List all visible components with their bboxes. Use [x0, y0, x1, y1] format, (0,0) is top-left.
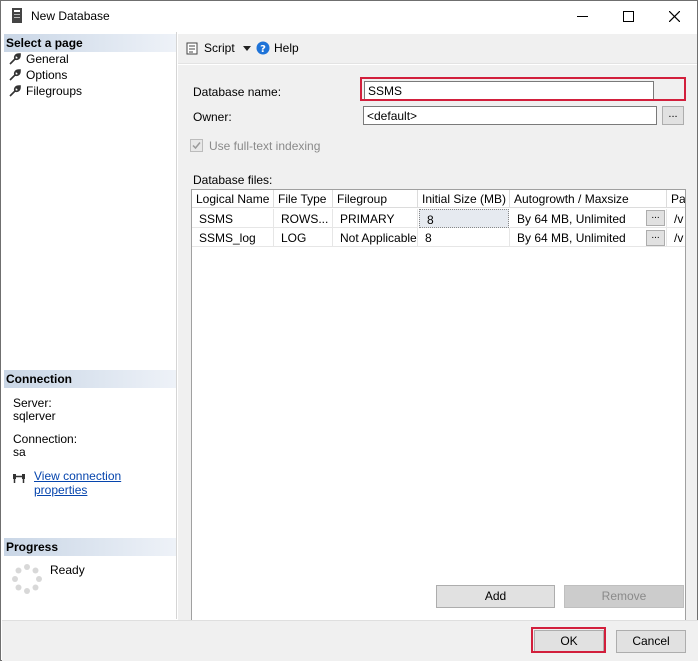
select-page-header: Select a page	[4, 34, 176, 52]
window-title: New Database	[31, 9, 110, 23]
checkbox-checked-icon	[190, 139, 203, 152]
dropdown-arrow-icon	[242, 45, 251, 51]
table-cell-initial-size[interactable]: 8	[419, 209, 509, 228]
remove-button[interactable]: Remove	[564, 585, 684, 608]
left-panel: Select a page General Options Filegroups…	[2, 32, 177, 619]
connection-header: Connection	[4, 370, 176, 388]
fulltext-checkbox[interactable]	[190, 139, 203, 155]
owner-label: Owner:	[193, 110, 232, 124]
add-button[interactable]: Add	[436, 585, 555, 608]
table-cell-autogrowth[interactable]: By 64 MB, Unlimited	[510, 209, 667, 228]
table-cell-path[interactable]: /v	[667, 209, 685, 228]
page-item-label: General	[26, 52, 69, 66]
toolbar: Script ? Help	[178, 34, 697, 64]
database-name-label: Database name:	[193, 85, 282, 99]
script-icon	[186, 42, 198, 55]
dialog-footer: OK Cancel	[2, 620, 698, 661]
wrench-icon	[9, 85, 21, 97]
wrench-icon	[9, 69, 21, 81]
svg-text:?: ?	[260, 44, 266, 55]
minimize-button[interactable]	[559, 1, 605, 31]
server-value: sqlerver	[13, 409, 56, 423]
page-item-label: Options	[26, 68, 68, 82]
connection-properties-icon	[12, 470, 26, 487]
new-database-dialog: New Database Select a page General Optio…	[0, 0, 698, 661]
database-files-grid: Logical Name File Type Filegroup Initial…	[191, 189, 686, 641]
help-button[interactable]: ? Help	[256, 41, 299, 55]
column-header-path[interactable]: Pa	[667, 190, 685, 208]
script-button[interactable]: Script	[186, 41, 251, 55]
progress-header: Progress	[4, 538, 176, 556]
column-header-file-type[interactable]: File Type	[274, 190, 333, 208]
help-icon: ?	[256, 41, 270, 55]
page-item-general[interactable]: General	[9, 51, 69, 67]
script-label: Script	[204, 41, 235, 55]
maximize-icon	[622, 10, 634, 22]
table-cell-file-type[interactable]: LOG	[274, 228, 333, 247]
page-item-label: Filegroups	[26, 84, 83, 98]
database-files-label: Database files:	[193, 173, 273, 187]
page-item-filegroups[interactable]: Filegroups	[9, 83, 82, 99]
wrench-icon	[9, 53, 21, 65]
progress-spinner-icon	[12, 564, 42, 597]
close-button[interactable]	[651, 1, 697, 31]
close-icon	[668, 10, 680, 22]
minimize-icon	[576, 15, 588, 17]
column-header-filegroup[interactable]: Filegroup	[333, 190, 418, 208]
cancel-button[interactable]: Cancel	[616, 630, 686, 653]
general-page: Database name: SSMS Owner: <default> ...…	[178, 65, 697, 641]
table-cell-logical-name[interactable]: SSMS_log	[192, 228, 274, 247]
progress-status: Ready	[50, 563, 85, 577]
owner-input[interactable]: <default>	[363, 106, 657, 125]
maximize-button[interactable]	[605, 1, 651, 31]
owner-browse-button[interactable]: ...	[662, 106, 684, 125]
table-cell-path[interactable]: /v	[667, 228, 685, 247]
table-cell-logical-name[interactable]: SSMS	[192, 209, 274, 228]
ok-button-highlight	[531, 627, 606, 653]
table-cell-filegroup[interactable]: Not Applicable	[333, 228, 418, 247]
column-header-autogrowth[interactable]: Autogrowth / Maxsize	[510, 190, 667, 208]
connection-value: sa	[13, 445, 26, 459]
table-cell-initial-size[interactable]: 8	[418, 228, 510, 247]
title-bar: New Database	[1, 1, 697, 32]
view-connection-properties-link[interactable]: View connection properties	[34, 469, 176, 497]
fulltext-label: Use full-text indexing	[209, 139, 321, 153]
autogrowth-edit-button[interactable]: ...	[646, 230, 665, 246]
help-label: Help	[274, 41, 299, 55]
table-cell-filegroup[interactable]: PRIMARY	[333, 209, 418, 228]
database-name-highlight	[360, 77, 686, 101]
table-cell-file-type[interactable]: ROWS...	[274, 209, 333, 228]
table-cell-autogrowth[interactable]: By 64 MB, Unlimited	[510, 228, 667, 247]
autogrowth-edit-button[interactable]: ...	[646, 210, 665, 226]
page-item-options[interactable]: Options	[9, 67, 67, 83]
database-icon	[11, 8, 23, 24]
column-header-logical-name[interactable]: Logical Name	[192, 190, 274, 208]
column-header-initial-size[interactable]: Initial Size (MB)	[418, 190, 510, 208]
